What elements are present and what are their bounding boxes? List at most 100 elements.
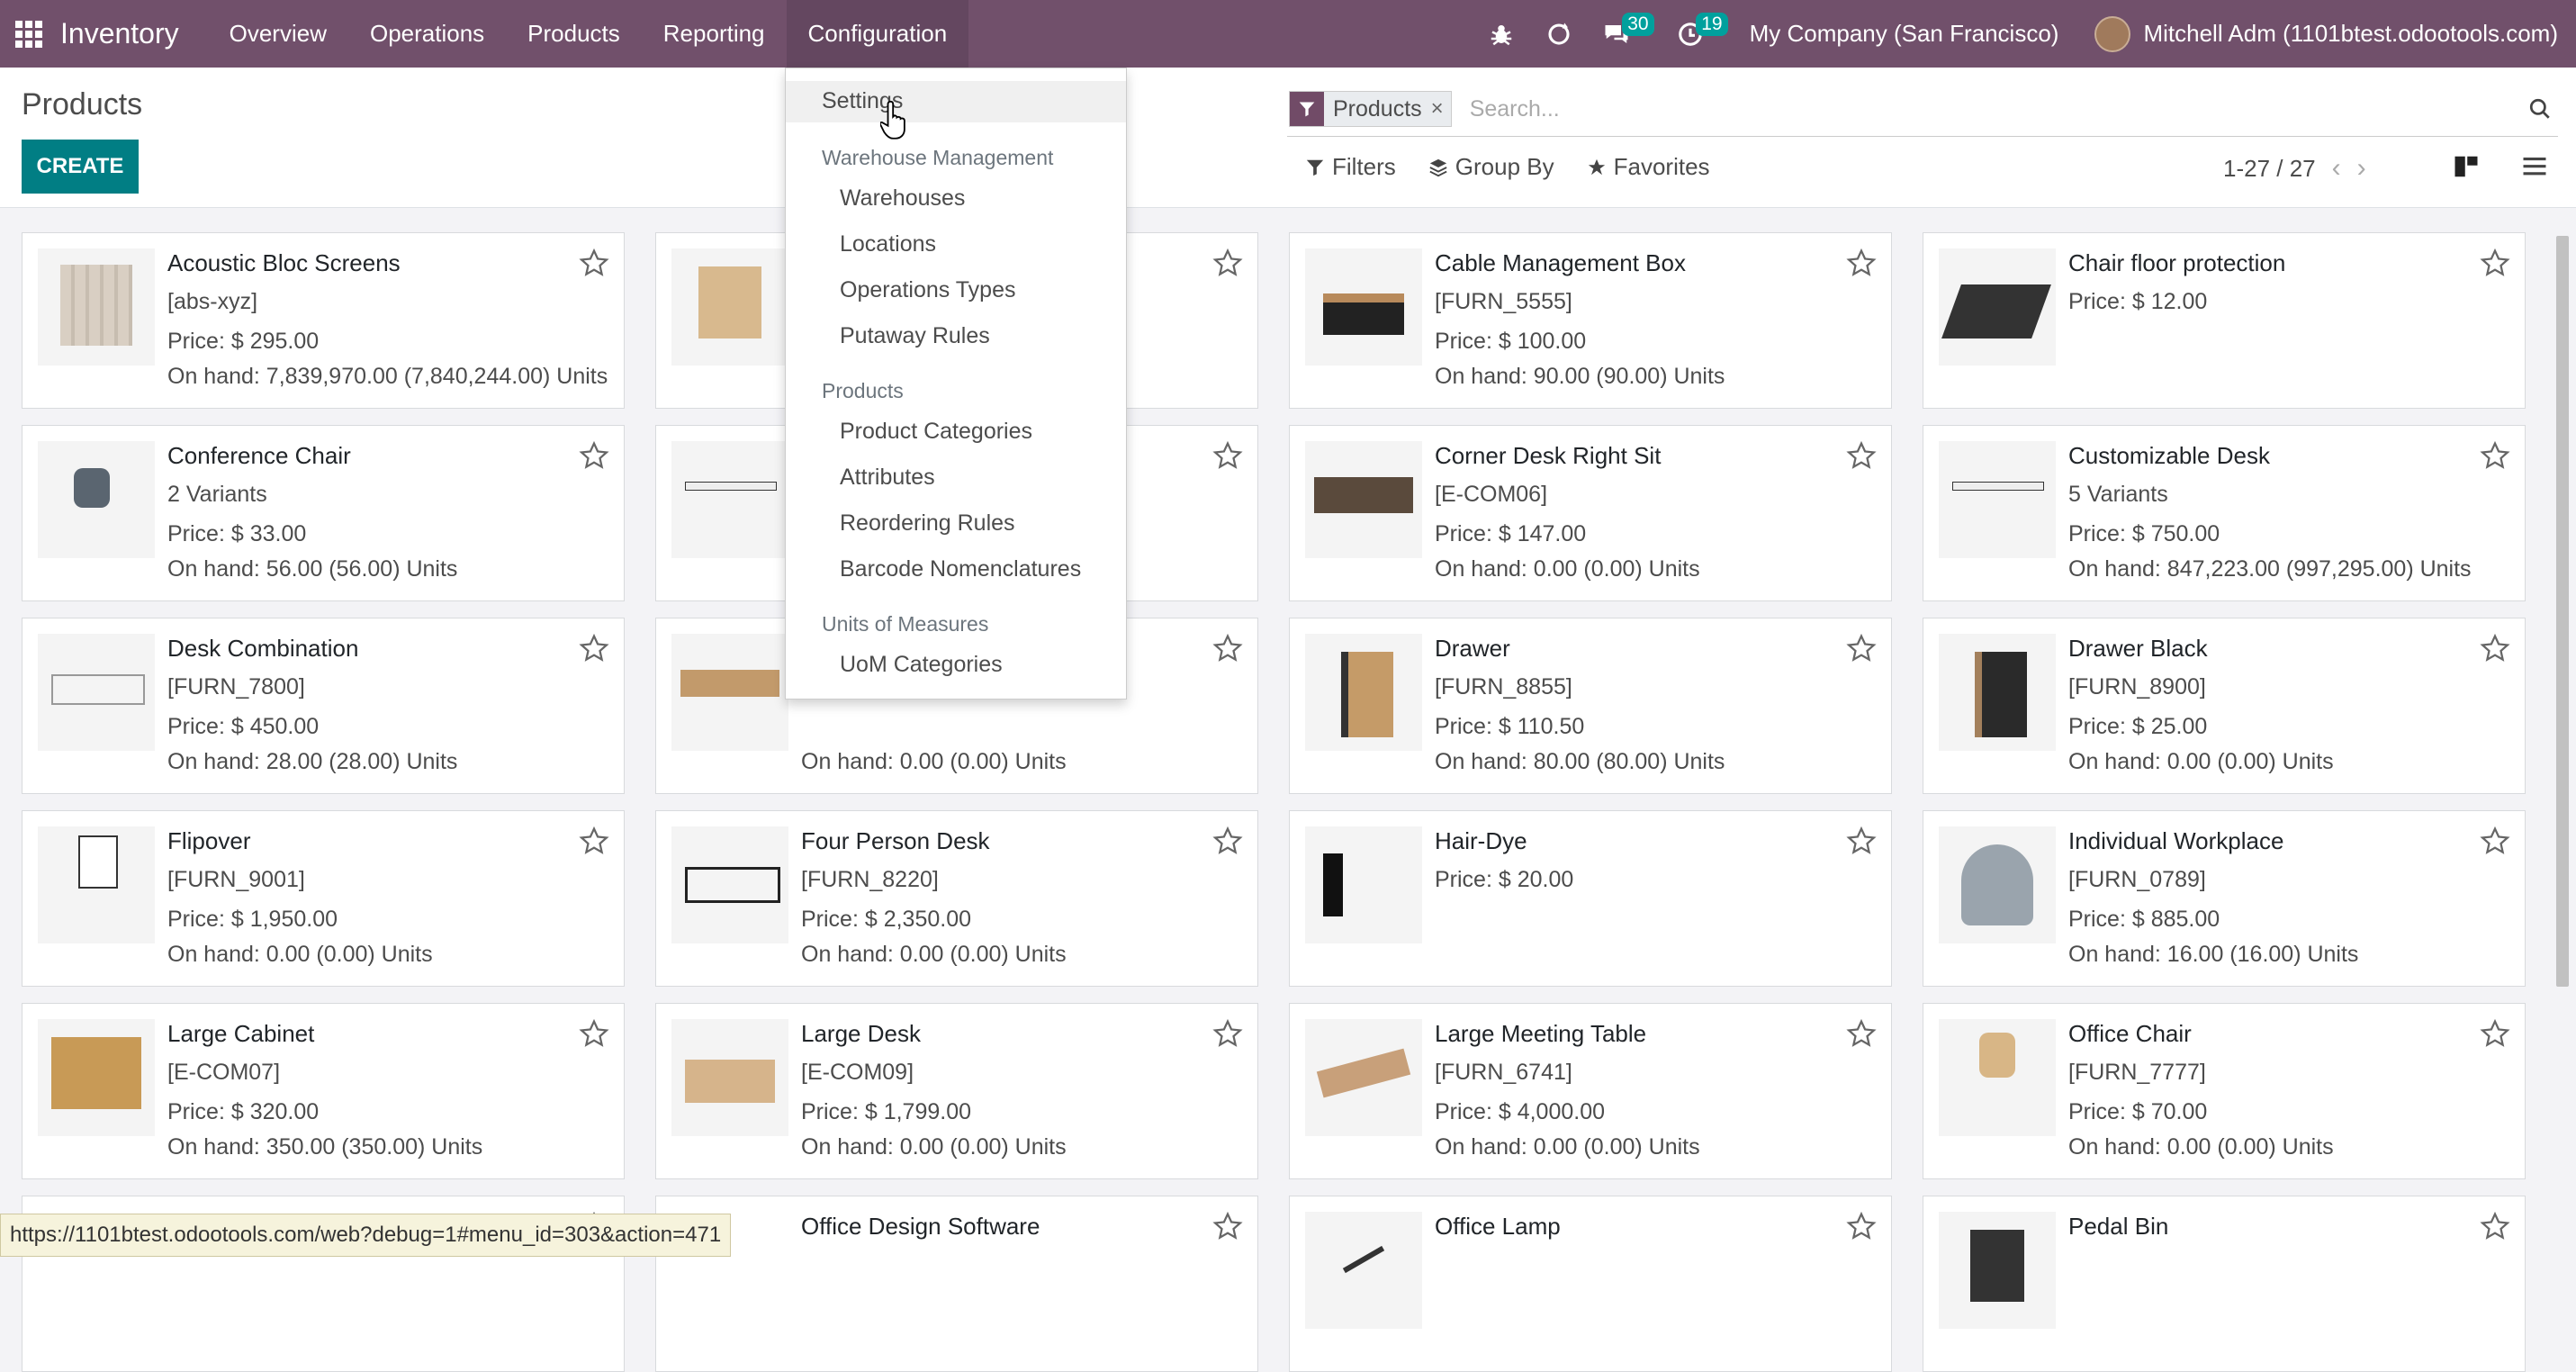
pager-previous-icon[interactable]: ‹ xyxy=(2332,153,2341,184)
menu-reporting[interactable]: Reporting xyxy=(642,0,787,68)
company-switcher[interactable]: My Company (San Francisco) xyxy=(1750,20,2059,48)
favorite-star-icon[interactable] xyxy=(1212,1211,1243,1241)
activities-clock-icon[interactable]: 19 xyxy=(1669,0,1728,68)
dropdown-header-uom: Units of Measures xyxy=(822,612,989,636)
dropdown-item-warehouses[interactable]: Warehouses xyxy=(840,185,965,212)
menu-products[interactable]: Products xyxy=(506,0,642,68)
voip-refresh-icon[interactable] xyxy=(1537,0,1581,68)
dropdown-item-operations-types[interactable]: Operations Types xyxy=(840,277,1015,303)
favorites-toggle[interactable]: Favorites xyxy=(1587,153,1710,181)
favorites-label: Favorites xyxy=(1613,153,1710,180)
floor-mat-image xyxy=(1939,248,2056,366)
product-card[interactable]: Individual Workplace [FURN_0789] Price: $ … xyxy=(1923,810,2526,987)
kanban-view-icon[interactable] xyxy=(2448,149,2484,185)
configuration-dropdown: Settings Warehouse Management Warehouses… xyxy=(785,68,1127,700)
filters-toggle[interactable]: Filters xyxy=(1305,153,1396,181)
dropdown-item-locations[interactable]: Locations xyxy=(840,231,936,257)
favorite-star-icon[interactable] xyxy=(1846,1018,1877,1049)
desk-combination-image xyxy=(38,634,155,751)
product-price: Price: $ 450.00 xyxy=(167,714,320,739)
product-price: Price: $ 12.00 xyxy=(2068,289,2208,314)
navbar-systray: 30 19 My Company (San Francisco) Mitchel… xyxy=(1473,0,2576,68)
view-switcher xyxy=(2448,149,2553,185)
vertical-scrollbar[interactable] xyxy=(2556,236,2569,987)
product-card[interactable]: Large Meeting Table [FURN_6741] Price: $ 4… xyxy=(1289,1003,1892,1179)
user-menu[interactable]: Mitchell Adm (1101btest.odootools.com) xyxy=(2143,20,2558,48)
product-card[interactable]: Conference Chair 2 Variants Price: $ 33.00… xyxy=(22,425,625,601)
menu-configuration[interactable]: Configuration xyxy=(786,0,969,68)
favorite-star-icon[interactable] xyxy=(1212,440,1243,471)
menu-overview[interactable]: Overview xyxy=(208,0,348,68)
product-price: Price: $ 2,350.00 xyxy=(801,907,972,932)
product-card[interactable]: Large Desk [E-COM09] Price: $ 1,799.00 On h… xyxy=(655,1003,1258,1179)
filter-facet: Products × xyxy=(1289,91,1452,127)
favorite-star-icon[interactable] xyxy=(1846,1211,1877,1241)
search-icon[interactable] xyxy=(2522,91,2558,127)
favorite-star-icon[interactable] xyxy=(579,633,609,663)
search-bar: Products × xyxy=(1287,82,2558,137)
filters-label: Filters xyxy=(1332,153,1396,180)
search-input[interactable] xyxy=(1467,95,2522,123)
pager-value[interactable]: 1-27 / 27 xyxy=(2223,155,2316,183)
create-button[interactable]: CREATE xyxy=(22,140,139,194)
product-card[interactable]: Drawer [FURN_8855] Price: $ 110.50 On hand:… xyxy=(1289,618,1892,794)
dropdown-item-putaway-rules[interactable]: Putaway Rules xyxy=(840,323,990,349)
favorite-star-icon[interactable] xyxy=(2480,248,2510,278)
groupby-toggle[interactable]: Group By xyxy=(1428,153,1554,181)
facet-remove-icon[interactable]: × xyxy=(1431,96,1451,122)
favorite-star-icon[interactable] xyxy=(2480,826,2510,856)
product-card[interactable]: Office Chair [FURN_7777] Price: $ 70.00 On … xyxy=(1923,1003,2526,1179)
product-card[interactable]: Chair floor protection Price: $ 12.00 xyxy=(1923,232,2526,409)
menu-operations[interactable]: Operations xyxy=(348,0,506,68)
large-desk-image xyxy=(671,1019,788,1136)
product-card[interactable]: Hair-Dye Price: $ 20.00 xyxy=(1289,810,1892,987)
product-ref: [FURN_8220] xyxy=(801,867,939,892)
messages-chat-icon[interactable]: 30 xyxy=(1595,0,1654,68)
pager-next-icon[interactable]: › xyxy=(2357,153,2366,184)
favorite-star-icon[interactable] xyxy=(1212,248,1243,278)
favorite-star-icon[interactable] xyxy=(1846,248,1877,278)
user-avatar[interactable] xyxy=(2094,15,2131,52)
favorite-star-icon[interactable] xyxy=(1846,440,1877,471)
product-card[interactable]: Corner Desk Right Sit [E-COM06] Price: $ 1… xyxy=(1289,425,1892,601)
product-ref: 5 Variants xyxy=(2068,482,2168,507)
product-card[interactable]: Office Lamp xyxy=(1289,1196,1892,1372)
dropdown-item-attributes[interactable]: Attributes xyxy=(840,465,935,491)
product-card[interactable]: Flipover [FURN_9001] Price: $ 1,950.00 On h… xyxy=(22,810,625,987)
dropdown-item-product-categories[interactable]: Product Categories xyxy=(840,419,1032,445)
product-card[interactable]: Pedal Bin xyxy=(1923,1196,2526,1372)
product-card[interactable]: Office Design Software xyxy=(655,1196,1258,1372)
favorite-star-icon[interactable] xyxy=(1212,826,1243,856)
dropdown-item-barcode-nomenclatures[interactable]: Barcode Nomenclatures xyxy=(840,556,1081,582)
list-view-icon[interactable] xyxy=(2517,149,2553,185)
favorite-star-icon[interactable] xyxy=(579,1018,609,1049)
product-card[interactable]: Desk Combination [FURN_7800] Price: $ 450.… xyxy=(22,618,625,794)
dropdown-item-settings[interactable]: Settings xyxy=(786,81,1126,122)
favorite-star-icon[interactable] xyxy=(1846,633,1877,663)
product-price: Price: $ 25.00 xyxy=(2068,714,2208,739)
favorite-star-icon[interactable] xyxy=(1846,826,1877,856)
office-chair-image xyxy=(1939,1019,2056,1136)
app-brand[interactable]: Inventory xyxy=(60,17,179,50)
product-card[interactable]: Large Cabinet [E-COM07] Price: $ 320.00 On … xyxy=(22,1003,625,1179)
favorite-star-icon[interactable] xyxy=(2480,1211,2510,1241)
product-card[interactable]: Drawer Black [FURN_8900] Price: $ 25.00 On … xyxy=(1923,618,2526,794)
favorite-star-icon[interactable] xyxy=(2480,633,2510,663)
favorite-star-icon[interactable] xyxy=(579,826,609,856)
product-card[interactable]: Customizable Desk 5 Variants Price: $ 750.… xyxy=(1923,425,2526,601)
apps-grid-icon[interactable] xyxy=(15,20,42,48)
product-card[interactable]: Acoustic Bloc Screens [abs-xyz] Price: $ 2… xyxy=(22,232,625,409)
favorite-star-icon[interactable] xyxy=(1212,633,1243,663)
debug-bug-icon[interactable] xyxy=(1480,0,1523,68)
dropdown-item-reordering-rules[interactable]: Reordering Rules xyxy=(840,510,1015,537)
product-card[interactable]: Four Person Desk [FURN_8220] Price: $ 2,35… xyxy=(655,810,1258,987)
page-title: Products xyxy=(22,87,143,122)
favorite-star-icon[interactable] xyxy=(579,440,609,471)
product-card[interactable]: Cable Management Box [FURN_5555] Price: $ … xyxy=(1289,232,1892,409)
favorite-star-icon[interactable] xyxy=(1212,1018,1243,1049)
dropdown-item-uom-categories[interactable]: UoM Categories xyxy=(840,652,1003,678)
favorite-star-icon[interactable] xyxy=(2480,440,2510,471)
favorite-star-icon[interactable] xyxy=(2480,1018,2510,1049)
product-price: Price: $ 110.50 xyxy=(1435,714,1585,739)
favorite-star-icon[interactable] xyxy=(579,248,609,278)
